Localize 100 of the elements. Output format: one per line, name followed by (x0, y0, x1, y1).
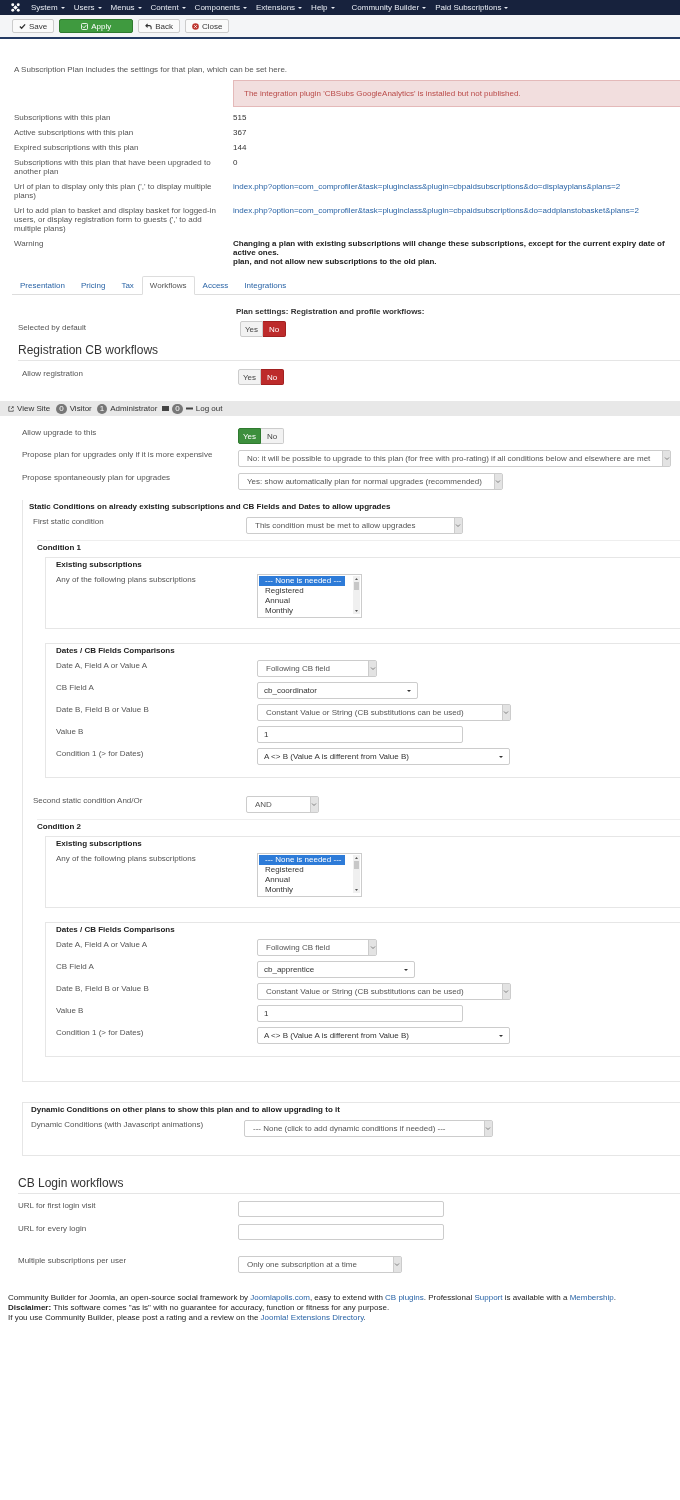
footer-link[interactable]: Joomlapolis.com (250, 1293, 310, 1302)
list-option[interactable]: Registered (259, 865, 353, 875)
list-option[interactable]: Monthly (259, 606, 353, 616)
menu-item[interactable]: Menus (110, 3, 142, 12)
alert-message: The integration plugin 'CBSubs GoogleAnalytics' is installed but not published. (233, 80, 680, 107)
menu-item[interactable]: Community Builder (351, 3, 427, 12)
tab[interactable]: Access (194, 276, 237, 295)
tab[interactable]: Presentation (12, 276, 73, 295)
section-title: CB Login workflows (18, 1176, 680, 1194)
scrollbar[interactable] (353, 576, 360, 614)
select-field[interactable]: Only one subscription at a time (238, 1256, 402, 1273)
field-label: Value B (56, 1005, 85, 1015)
list-option[interactable]: --- None is needed --- (259, 855, 345, 865)
field-label: Date B, Field B or Value B (56, 704, 150, 714)
toolbar-button[interactable]: Back (138, 19, 181, 33)
tab[interactable]: Integrations (236, 276, 295, 295)
url-link[interactable]: index.php?option=com_comprofiler&task=pluginclass&plugin=cbpaidsubscriptions&do=displayplans&plans=2 (233, 182, 680, 191)
select-field[interactable]: Constant Value or String (CB substitutions can be used) (257, 983, 511, 1000)
chevron-icon (501, 705, 510, 720)
caret-icon (498, 1034, 503, 1037)
count-badge: 0 (172, 403, 183, 414)
field-label: Any of the following plans subscriptions (56, 853, 197, 863)
field-label: URL for every login (18, 1224, 88, 1233)
menu-item[interactable]: System (31, 3, 65, 12)
field-label: Url of plan to display only this plan (',' to display multiple plans) (14, 182, 213, 200)
close-icon (192, 22, 200, 30)
tab[interactable]: Workflows (141, 276, 195, 295)
list-option[interactable]: Monthly (259, 885, 353, 895)
logo-icon (10, 2, 21, 13)
footer-text: Community Builder for Joomla, an open-source social framework by Joomlapolis.com, easy to extend with CB plugins. Professional Support is available with a Membership. (8, 1293, 617, 1303)
select-field[interactable]: --- None (click to add dynamic conditions if needed) --- (244, 1120, 493, 1137)
input-field[interactable]: 1 (257, 726, 463, 743)
fieldset-title: Existing subscriptions (56, 560, 143, 569)
list-option[interactable]: Registered (259, 586, 353, 596)
toggle-option[interactable]: No (261, 369, 284, 385)
dropdown-field[interactable]: cb_apprentice (257, 961, 416, 978)
select-field[interactable]: AND (246, 796, 319, 813)
input-field[interactable]: 1 (257, 1005, 463, 1022)
chevron-icon (368, 661, 377, 676)
list-option[interactable]: Annual (259, 875, 353, 885)
field-label: Condition 1 (> for Dates) (56, 1027, 145, 1037)
dropdown-field[interactable]: A <> B (Value A is different from Value B) (257, 748, 510, 765)
caret-icon (298, 6, 303, 9)
caret-icon (242, 6, 247, 9)
external-link-icon (8, 405, 14, 412)
select-field[interactable]: Yes: show automatically plan for normal upgrades (recommended) (238, 473, 503, 490)
select-field[interactable]: Following CB field (257, 939, 378, 956)
field-label: Warning (14, 239, 45, 248)
footer-link[interactable]: Membership (569, 1293, 614, 1302)
field-label: Propose plan for upgrades only if it is more expensive (22, 450, 214, 459)
list-option[interactable]: Annual (259, 596, 353, 606)
chevron-icon (493, 474, 502, 489)
caret-icon (60, 6, 65, 9)
list-box[interactable]: --- None is needed --- Registered Annual Monthly (257, 853, 362, 897)
envelope-icon[interactable] (162, 406, 170, 411)
menu-item[interactable]: Help (311, 3, 335, 12)
select-field[interactable]: Constant Value or String (CB substitutions can be used) (257, 704, 511, 721)
input-field[interactable] (238, 1201, 444, 1217)
toggle-option[interactable]: Yes (238, 369, 261, 385)
chevron-icon (501, 984, 510, 999)
url-link[interactable]: index.php?option=com_comprofiler&task=pluginclass&plugin=cbpaidsubscriptions&do=addplanstobasket&plans=2 (233, 206, 680, 215)
caret-icon (504, 6, 509, 9)
toggle-option[interactable]: Yes (240, 321, 263, 337)
caret-icon (406, 689, 411, 692)
dropdown-field[interactable]: cb_coordinator (257, 682, 418, 699)
menu-item[interactable]: Paid Subscriptions (435, 3, 509, 12)
list-box[interactable]: --- None is needed --- Registered Annual Monthly (257, 574, 362, 618)
select-field[interactable]: Following CB field (257, 660, 378, 677)
menu-item[interactable]: Content (150, 3, 186, 12)
field-label: Subscriptions with this plan (14, 113, 112, 122)
toggle-option[interactable]: No (263, 321, 286, 337)
toggle-option[interactable]: No (261, 428, 284, 444)
input-field[interactable] (238, 1224, 444, 1240)
list-option[interactable]: --- None is needed --- (259, 576, 345, 586)
view-site-link[interactable]: View Site (8, 404, 51, 413)
tab[interactable]: Pricing (72, 276, 114, 295)
chevron-icon (662, 451, 671, 466)
footer-link[interactable]: CB plugins (385, 1293, 424, 1302)
apply-button[interactable]: Apply (59, 19, 134, 33)
menu-item[interactable]: Users (73, 3, 102, 12)
scrollbar[interactable] (353, 855, 360, 893)
caret-icon (498, 755, 503, 758)
select-field[interactable]: No: it will be possible to upgrade to this plan (for free with pro-rating) if all conditions below and elsewhere are met (238, 450, 672, 467)
footer-link[interactable]: Support (474, 1293, 503, 1302)
chevron-icon (392, 1257, 401, 1272)
check-square-icon (81, 22, 89, 30)
warning-text: plan, and not allow new subscriptions to the old plan. (233, 257, 438, 266)
logout-link[interactable]: Log out (185, 404, 223, 413)
footer-text: Disclaimer: This software comes "as is" with no guarantee for accuracy, function or fitness for any purpose. (8, 1303, 391, 1313)
toolbar-button[interactable]: Save (12, 19, 55, 33)
tab[interactable]: Tax (113, 276, 142, 295)
toolbar-button[interactable]: Close (185, 19, 230, 33)
fieldset-title: Dynamic Conditions on other plans to show this plan and to allow upgrading to it (31, 1105, 341, 1114)
select-field[interactable]: This condition must be met to allow upgrades (246, 517, 463, 534)
menu-item[interactable]: Extensions (255, 3, 303, 12)
field-label: Allow registration (22, 369, 84, 378)
menu-item[interactable]: Components (194, 3, 247, 12)
dropdown-field[interactable]: A <> B (Value A is different from Value B) (257, 1027, 510, 1044)
toggle-option[interactable]: Yes (238, 428, 261, 444)
field-label: CB Field A (56, 961, 95, 971)
